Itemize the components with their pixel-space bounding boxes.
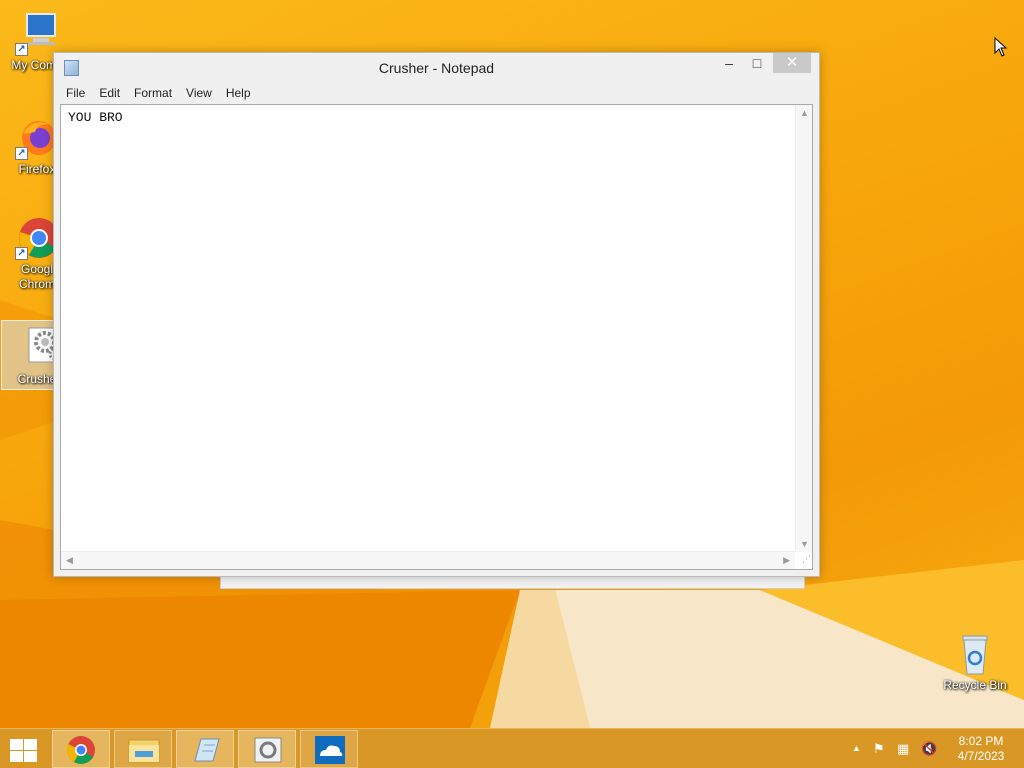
menu-edit[interactable]: Edit [93,83,128,104]
scroll-left-arrow-icon[interactable]: ◀ [66,555,73,566]
taskbar: ▲ ⚑ ▦ 🔇 8:02 PM 4/7/2023 [0,728,1024,768]
text-editor-area[interactable]: YOU BRO ▲ ▼ ◀ ▶ ⋰ [60,104,813,570]
show-hidden-icons-button[interactable]: ▲ [852,743,861,753]
desktop-icon-label: Recycle Bin [943,678,1007,692]
crusher-icon [254,737,282,763]
windows-logo-icon [10,739,23,750]
horizontal-scrollbar[interactable]: ◀ ▶ [61,551,795,569]
taskbar-onedrive-button[interactable] [300,730,358,768]
file-explorer-icon [128,739,160,763]
scroll-right-arrow-icon[interactable]: ▶ [783,555,790,566]
notepad-window[interactable]: Crusher - Notepad – □ ✕ File Edit Format… [53,52,820,577]
computer-icon: ↗ [15,12,59,56]
system-clock[interactable]: 8:02 PM 4/7/2023 [946,734,1016,764]
menu-view[interactable]: View [180,83,220,104]
action-center-flag-icon[interactable]: ⚑ [873,741,885,757]
mouse-cursor-icon [994,37,1008,57]
volume-muted-icon[interactable]: 🔇 [921,741,937,757]
title-bar[interactable]: Crusher - Notepad – □ ✕ [54,53,819,83]
close-button[interactable]: ✕ [773,53,811,73]
clock-date: 4/7/2023 [957,749,1005,763]
network-icon[interactable]: ▦ [897,741,909,757]
maximize-button[interactable]: □ [744,53,770,73]
shortcut-arrow-icon: ↗ [15,247,28,260]
recycle-bin-icon [953,632,997,676]
desktop-icon-recycle-bin[interactable]: Recycle Bin [939,632,1011,693]
taskbar-file-explorer-button[interactable] [114,730,172,768]
taskbar-chrome-button[interactable] [52,730,110,768]
shortcut-arrow-icon: ↗ [15,147,28,160]
window-title: Crusher - Notepad [378,60,495,76]
menu-file[interactable]: File [60,83,93,104]
editor-content[interactable]: YOU BRO [68,110,123,125]
onedrive-icon [315,736,345,764]
menu-help[interactable]: Help [220,83,259,104]
scroll-up-arrow-icon[interactable]: ▲ [800,108,809,118]
menu-format[interactable]: Format [128,83,180,104]
clock-time: 8:02 PM [958,734,1004,748]
chrome-icon [66,736,95,764]
vertical-scrollbar[interactable]: ▲ ▼ [795,105,812,552]
background-window-edge [220,575,805,589]
taskbar-crusher-button[interactable] [238,730,296,768]
notepad-icon [194,738,220,762]
taskbar-notepad-button[interactable] [176,730,234,768]
start-button[interactable] [8,737,38,763]
resize-grip-icon[interactable]: ⋰ [797,554,811,568]
scroll-down-arrow-icon[interactable]: ▼ [800,539,809,549]
menu-bar: File Edit Format View Help [60,83,259,104]
minimize-button[interactable]: – [716,53,742,73]
shortcut-arrow-icon: ↗ [15,43,28,56]
